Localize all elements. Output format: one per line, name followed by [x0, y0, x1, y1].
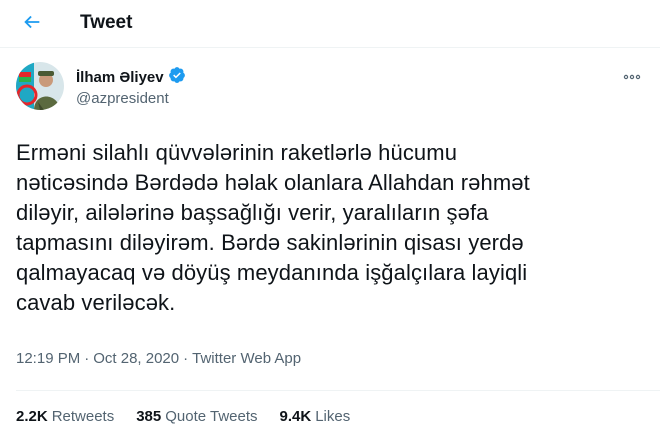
likes-count: 9.4K — [279, 408, 312, 425]
tweet-meta: 12:19 PM · Oct 28, 2020 · Twitter Web Ap… — [16, 350, 301, 367]
tweet-text-line: Erməni silahlı qüvvələrinin raketlərlə h… — [16, 140, 458, 165]
meta-separator: · — [84, 350, 90, 367]
tweet-text-line: qalmayacaq və döyüş meydanında işğalçıla… — [16, 260, 528, 285]
retweets-stat[interactable]: 2.2K Retweets — [16, 408, 114, 425]
author-handle[interactable]: @azpresident — [76, 90, 169, 107]
tweet-source-link[interactable]: Twitter Web App — [192, 350, 301, 367]
tweet-text-line: diləyir, ailələrinə başsağlığı verir, ya… — [16, 200, 489, 225]
quote-tweets-stat[interactable]: 385 Quote Tweets — [136, 408, 257, 425]
author-name[interactable]: İlham Əliyev — [76, 69, 164, 86]
divider — [16, 390, 660, 391]
tweet-time-link[interactable]: 12:19 PM — [16, 350, 80, 367]
more-dots-icon — [623, 67, 641, 85]
meta-separator: · — [183, 350, 189, 367]
tweet-date-link[interactable]: Oct 28, 2020 — [93, 350, 179, 367]
page-title: Tweet — [80, 12, 133, 33]
likes-stat[interactable]: 9.4K Likes — [280, 408, 351, 425]
verified-badge-icon — [168, 66, 186, 89]
retweets-label: Retweets — [51, 408, 115, 425]
tweet-text: Erməni silahlı qüvvələrinin raketlərlə h… — [16, 138, 626, 318]
author-name-row: İlham Əliyev — [76, 66, 186, 89]
likes-label: Likes — [315, 408, 351, 425]
tweet-header: Tweet — [0, 0, 660, 48]
tweet-text-line: nəticəsində Bərdədə həlak olanlara Allah… — [16, 170, 530, 195]
retweets-count: 2.2K — [16, 408, 48, 425]
more-options-button[interactable] — [620, 66, 644, 86]
arrow-left-icon — [21, 11, 43, 38]
quote-tweets-label: Quote Tweets — [165, 408, 258, 425]
back-button[interactable] — [12, 4, 52, 44]
quote-tweets-count: 385 — [136, 408, 162, 425]
avatar[interactable] — [16, 62, 64, 110]
tweet-text-line: cavab veriləcək. — [16, 290, 176, 315]
tweet-text-line: tapmasını diləyirəm. Bərdə sakinlərinin … — [16, 230, 524, 255]
tweet-stats: 2.2K Retweets 385 Quote Tweets 9.4K Like… — [16, 408, 350, 425]
